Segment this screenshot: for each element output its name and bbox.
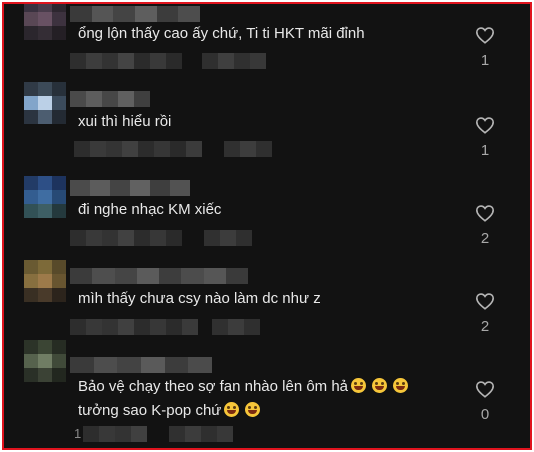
username[interactable] — [70, 268, 248, 284]
like-count: 1 — [480, 142, 490, 159]
heart-outline-icon — [475, 27, 495, 44]
username[interactable] — [70, 6, 201, 22]
username[interactable] — [70, 180, 190, 196]
laughing-tears-emoji — [245, 402, 261, 417]
comment-text: ổng lộn thấy cao ấy chứ, Ti ti HKT mãi đ… — [78, 25, 365, 42]
comment-meta — [74, 141, 272, 157]
laughing-tears-emoji — [393, 378, 409, 393]
heart-outline-icon — [475, 293, 495, 310]
username[interactable] — [70, 91, 150, 107]
laughing-tears-emoji — [351, 378, 367, 393]
username[interactable] — [70, 357, 213, 373]
comment-meta — [70, 230, 252, 246]
laughing-tears-emoji — [372, 378, 388, 393]
heart-outline-icon — [475, 205, 495, 222]
comment-meta — [70, 319, 260, 335]
avatar[interactable] — [24, 340, 66, 382]
comment-meta-prefix: 1 — [74, 426, 82, 441]
avatar[interactable] — [24, 82, 66, 124]
comment-text: đi nghe nhạc KM xiếc — [78, 201, 222, 218]
laughing-tears-emoji — [224, 402, 240, 417]
avatar[interactable] — [24, 260, 66, 302]
comment-text-line: Bảo vệ chạy theo sợ fan nhào lên ôm hả — [78, 375, 458, 399]
like-button[interactable]: 0 — [470, 380, 500, 423]
heart-outline-icon — [475, 117, 495, 134]
like-button[interactable]: 2 — [470, 204, 500, 247]
like-button[interactable]: 2 — [470, 292, 500, 335]
comment-text-line1: Bảo vệ chạy theo sợ fan nhào lên ôm hả — [78, 378, 349, 395]
comment-meta: 1 — [74, 426, 234, 442]
like-count: 2 — [480, 230, 490, 247]
avatar[interactable] — [24, 176, 66, 218]
like-count: 2 — [480, 318, 490, 335]
comment-text-line: tưởng sao K-pop chứ — [78, 399, 458, 423]
heart-outline-icon — [475, 381, 495, 398]
comments-panel: ổng lộn thấy cao ấy chứ, Ti ti HKT mãi đ… — [2, 2, 532, 450]
avatar[interactable] — [24, 4, 66, 40]
comment-text-line2: tưởng sao K-pop chứ — [78, 402, 222, 419]
comment-text: xui thì hiểu rồi — [78, 113, 172, 130]
like-button[interactable]: 1 — [470, 26, 500, 69]
like-count: 0 — [480, 406, 490, 423]
comment-text: Bảo vệ chạy theo sợ fan nhào lên ôm hả t… — [78, 375, 458, 423]
comment-text: mìh thấy chưa csy nào làm dc như z — [78, 290, 321, 307]
comment-meta — [70, 53, 266, 69]
like-count: 1 — [480, 52, 490, 69]
like-button[interactable]: 1 — [470, 116, 500, 159]
